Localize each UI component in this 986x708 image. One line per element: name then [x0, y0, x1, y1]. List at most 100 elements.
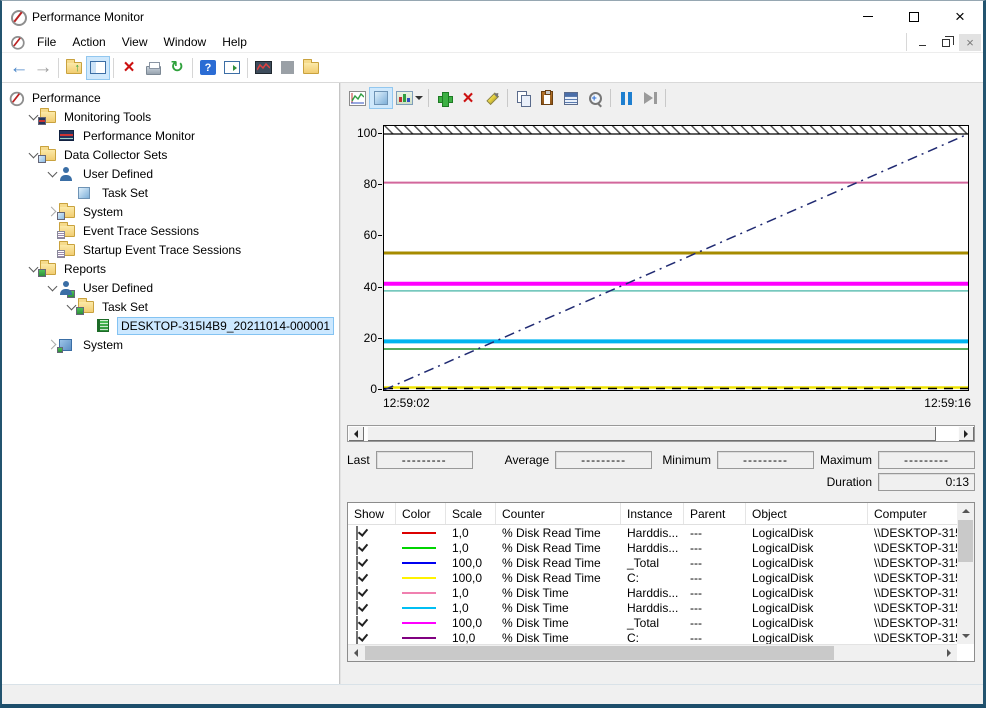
- menu-window[interactable]: Window: [156, 32, 215, 52]
- copy-icon: [516, 91, 530, 105]
- tree-item[interactable]: Monitoring Tools: [2, 107, 339, 126]
- title-bar[interactable]: Performance Monitor ×: [2, 1, 983, 32]
- tree-item[interactable]: Task Set: [2, 297, 339, 316]
- chart-time-scrollbar[interactable]: [347, 425, 975, 442]
- show-hide-console-tree-button[interactable]: [86, 56, 110, 80]
- mdi-close-button[interactable]: ×: [959, 34, 981, 51]
- tree-item[interactable]: System: [2, 335, 339, 354]
- show-checkbox[interactable]: [356, 631, 358, 645]
- column-header-parent[interactable]: Parent: [684, 503, 746, 524]
- counter-cell: % Disk Read Time: [496, 571, 621, 585]
- chevron-down-icon[interactable]: [415, 96, 423, 100]
- print-button[interactable]: [141, 56, 165, 80]
- counter-row[interactable]: 1,0 % Disk Read Time Harddis... --- Logi…: [348, 525, 957, 540]
- refresh-button[interactable]: ↻: [165, 56, 189, 80]
- paste-counter-list-button[interactable]: [535, 87, 559, 109]
- view-current-activity-button[interactable]: [345, 87, 369, 109]
- scroll-up-button[interactable]: [957, 503, 974, 519]
- maximize-button[interactable]: [891, 1, 937, 32]
- properties-button[interactable]: [559, 87, 583, 109]
- show-checkbox[interactable]: [356, 616, 358, 630]
- tree-item-label: Data Collector Sets: [61, 147, 170, 163]
- column-header-scale[interactable]: Scale: [446, 503, 496, 524]
- chevron-down-icon[interactable]: [46, 281, 59, 294]
- x-axis-start-label: 12:59:02: [383, 396, 430, 410]
- scrollbar-thumb[interactable]: [367, 426, 936, 441]
- tree-item[interactable]: Event Trace Sessions: [2, 221, 339, 240]
- menu-view[interactable]: View: [114, 32, 156, 52]
- show-checkbox[interactable]: [356, 556, 358, 570]
- scroll-right-button[interactable]: [958, 426, 974, 441]
- y-axis-tick-label: 60: [345, 228, 377, 242]
- back-button[interactable]: ←: [7, 56, 31, 80]
- show-checkbox[interactable]: [356, 526, 358, 540]
- delete-counter-button[interactable]: ×: [456, 87, 480, 109]
- show-checkbox[interactable]: [356, 571, 358, 585]
- show-hide-action-pane-button[interactable]: [220, 56, 244, 80]
- tree-item[interactable]: User Defined: [2, 278, 339, 297]
- counter-row[interactable]: 10,0 % Disk Time C: --- LogicalDisk \\DE…: [348, 630, 957, 644]
- close-button[interactable]: ×: [937, 1, 983, 32]
- tree-item[interactable]: DESKTOP-315I4B9_20211014-000001: [2, 316, 339, 335]
- user-green-icon: [59, 280, 76, 296]
- tree-item[interactable]: User Defined: [2, 164, 339, 183]
- scrollbar-thumb[interactable]: [365, 646, 834, 660]
- scroll-down-button[interactable]: [957, 628, 974, 644]
- export-button[interactable]: ↑: [62, 56, 86, 80]
- tree-item[interactable]: Task Set: [2, 183, 339, 202]
- tree-item[interactable]: Performance: [2, 88, 339, 107]
- column-header-instance[interactable]: Instance: [621, 503, 684, 524]
- folder-tool-button[interactable]: [299, 56, 323, 80]
- column-header-counter[interactable]: Counter: [496, 503, 621, 524]
- mdi-minimize-button[interactable]: [911, 34, 933, 51]
- scrollbar-thumb[interactable]: [958, 520, 973, 562]
- add-counter-button[interactable]: [432, 87, 456, 109]
- menu-help[interactable]: Help: [214, 32, 255, 52]
- scroll-left-button[interactable]: [348, 645, 364, 661]
- zoom-button[interactable]: +: [583, 87, 607, 109]
- show-checkbox[interactable]: [356, 541, 358, 555]
- copy-properties-button[interactable]: [511, 87, 535, 109]
- delete-button[interactable]: ×: [117, 56, 141, 80]
- view-log-data-button[interactable]: [369, 87, 393, 109]
- divider: [665, 89, 666, 107]
- help-button[interactable]: ?: [196, 56, 220, 80]
- freeze-display-button[interactable]: [614, 87, 638, 109]
- performance-chart-tool-button[interactable]: [251, 56, 275, 80]
- scroll-right-button[interactable]: [941, 645, 957, 661]
- tree-item[interactable]: System: [2, 202, 339, 221]
- show-checkbox[interactable]: [356, 601, 358, 615]
- counter-row[interactable]: 1,0 % Disk Read Time Harddis... --- Logi…: [348, 540, 957, 555]
- tree-item[interactable]: Performance Monitor: [2, 126, 339, 145]
- counter-row[interactable]: 100,0 % Disk Time _Total --- LogicalDisk…: [348, 615, 957, 630]
- tree-item[interactable]: Data Collector Sets: [2, 145, 339, 164]
- blank-tool-button[interactable]: [275, 56, 299, 80]
- column-header-object[interactable]: Object: [746, 503, 868, 524]
- counter-row[interactable]: 1,0 % Disk Time Harddis... --- LogicalDi…: [348, 600, 957, 615]
- column-header-color[interactable]: Color: [396, 503, 446, 524]
- column-header-show[interactable]: Show: [348, 503, 396, 524]
- counter-color-swatch: [402, 592, 436, 594]
- folder-icon: [303, 62, 319, 74]
- table-horizontal-scrollbar[interactable]: [348, 644, 957, 661]
- scroll-left-button[interactable]: [348, 426, 364, 441]
- forward-button[interactable]: →: [31, 56, 55, 80]
- tree-item[interactable]: Reports: [2, 259, 339, 278]
- performance-graph[interactable]: [383, 125, 969, 391]
- parent-cell: ---: [684, 526, 746, 540]
- tree-item-label: User Defined: [80, 280, 156, 296]
- change-graph-type-button[interactable]: [393, 87, 425, 109]
- highlight-button[interactable]: [480, 87, 504, 109]
- counter-row[interactable]: 100,0 % Disk Read Time C: --- LogicalDis…: [348, 570, 957, 585]
- menu-file[interactable]: File: [29, 32, 64, 52]
- chevron-down-icon[interactable]: [46, 167, 59, 180]
- tree-item[interactable]: Startup Event Trace Sessions: [2, 240, 339, 259]
- counter-row[interactable]: 1,0 % Disk Time Harddis... --- LogicalDi…: [348, 585, 957, 600]
- show-checkbox[interactable]: [356, 586, 358, 600]
- update-data-button[interactable]: [638, 87, 662, 109]
- menu-action[interactable]: Action: [64, 32, 113, 52]
- mdi-restore-button[interactable]: [935, 34, 957, 51]
- minimize-button[interactable]: [845, 1, 891, 32]
- counter-row[interactable]: 100,0 % Disk Read Time _Total --- Logica…: [348, 555, 957, 570]
- table-vertical-scrollbar[interactable]: [957, 503, 974, 644]
